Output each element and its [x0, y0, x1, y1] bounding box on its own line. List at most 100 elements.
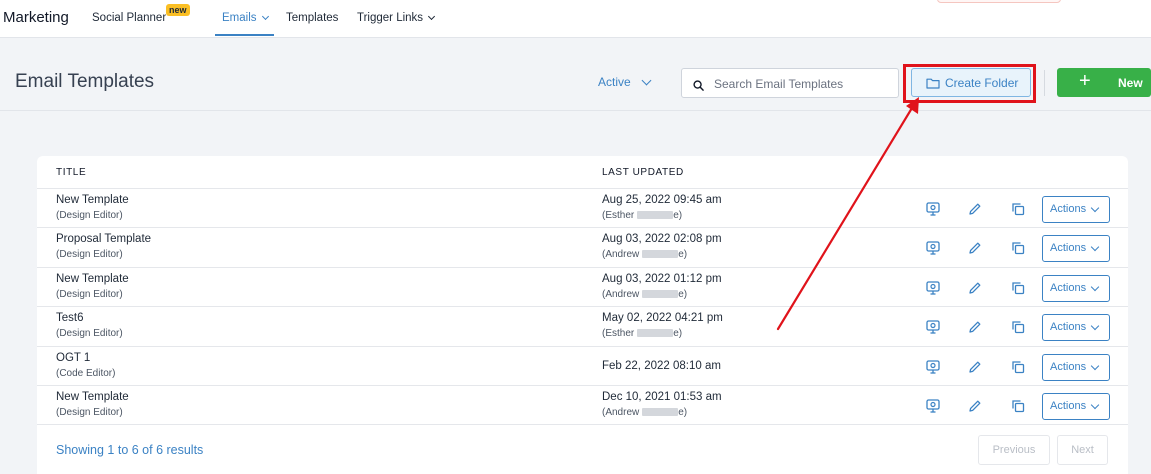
- last-updated-user: (Andrew e): [602, 249, 687, 260]
- template-title[interactable]: New Template: [56, 194, 129, 206]
- last-updated-user: (Andrew e): [602, 289, 687, 300]
- column-header-title: TITLE: [56, 167, 87, 178]
- user-name: (Esther: [602, 210, 635, 221]
- chevron-down-icon: [1090, 282, 1100, 292]
- template-title[interactable]: Test6: [56, 312, 84, 324]
- preview-icon[interactable]: [926, 320, 940, 339]
- table-footer-divider: [37, 424, 1128, 425]
- annotation-highlight-box: [903, 64, 1036, 103]
- actions-dropdown-button[interactable]: Actions: [1042, 314, 1110, 341]
- table-row[interactable]: Test6 (Design Editor) May 02, 2022 04:21…: [37, 306, 1128, 346]
- template-title[interactable]: New Template: [56, 273, 129, 285]
- redacted-name: [637, 329, 674, 338]
- copy-icon[interactable]: [1011, 320, 1025, 339]
- redacted-name: [642, 408, 679, 417]
- actions-label: Actions: [1050, 203, 1087, 215]
- last-updated-user: (Esther e): [602, 210, 682, 221]
- templates-table: TITLE LAST UPDATED New Template (Design …: [37, 156, 1128, 474]
- edit-pencil-icon[interactable]: [968, 320, 982, 339]
- copy-icon[interactable]: [1011, 202, 1025, 221]
- previous-page-button[interactable]: Previous: [978, 435, 1050, 465]
- nav-social-planner[interactable]: Social Planner: [92, 12, 166, 24]
- preview-icon[interactable]: [926, 241, 940, 260]
- template-editor-type: (Design Editor): [56, 249, 123, 260]
- last-updated-user: (Esther e): [602, 328, 682, 339]
- user-name-end: e): [678, 249, 688, 260]
- search-input[interactable]: [714, 75, 894, 92]
- actions-dropdown-button[interactable]: Actions: [1042, 354, 1110, 381]
- user-name: (Andrew: [602, 289, 640, 300]
- nav-emails[interactable]: Emails: [222, 12, 269, 24]
- header-divider: [0, 110, 1151, 111]
- new-template-button[interactable]: + New: [1057, 68, 1151, 97]
- template-title[interactable]: OGT 1: [56, 352, 90, 364]
- last-updated-user: (Andrew e): [602, 407, 687, 418]
- chevron-down-icon: [1090, 203, 1100, 213]
- edit-pencil-icon[interactable]: [968, 241, 982, 260]
- nav-templates[interactable]: Templates: [286, 12, 338, 24]
- active-tab-indicator: [215, 34, 274, 36]
- last-updated-date: Dec 10, 2021 01:53 am: [602, 391, 722, 403]
- template-editor-type: (Code Editor): [56, 368, 116, 379]
- last-updated-date: Aug 03, 2022 02:08 pm: [602, 233, 722, 245]
- chevron-down-icon: [1090, 242, 1100, 252]
- chevron-down-icon: [1090, 400, 1100, 410]
- search-box[interactable]: [681, 68, 899, 98]
- actions-dropdown-button[interactable]: Actions: [1042, 235, 1110, 262]
- last-updated-date: Aug 25, 2022 09:45 am: [602, 194, 722, 206]
- table-row[interactable]: OGT 1 (Code Editor) Feb 22, 2022 08:10 a…: [37, 346, 1128, 386]
- actions-dropdown-button[interactable]: Actions: [1042, 196, 1110, 223]
- actions-dropdown-button[interactable]: Actions: [1042, 393, 1110, 420]
- copy-icon[interactable]: [1011, 360, 1025, 379]
- status-filter-dropdown[interactable]: Active: [598, 75, 652, 89]
- template-editor-type: (Design Editor): [56, 289, 123, 300]
- table-row[interactable]: New Template (Design Editor) Aug 25, 202…: [37, 188, 1128, 228]
- table-row[interactable]: New Template (Design Editor) Aug 03, 202…: [37, 267, 1128, 307]
- brand-title: Marketing: [3, 9, 69, 26]
- nav-trigger-links[interactable]: Trigger Links: [357, 12, 436, 24]
- preview-icon[interactable]: [926, 360, 940, 379]
- edit-pencil-icon[interactable]: [968, 360, 982, 379]
- user-name-end: e): [673, 210, 683, 221]
- copy-icon[interactable]: [1011, 281, 1025, 300]
- search-icon: [693, 78, 704, 96]
- preview-icon[interactable]: [926, 281, 940, 300]
- user-name: (Andrew: [602, 407, 640, 418]
- new-button-label: New: [1118, 76, 1143, 90]
- next-page-button[interactable]: Next: [1057, 435, 1108, 465]
- actions-label: Actions: [1050, 400, 1087, 412]
- preview-icon[interactable]: [926, 202, 940, 221]
- last-updated-date: Feb 22, 2022 08:10 am: [602, 360, 721, 372]
- results-summary: Showing 1 to 6 of 6 results: [56, 443, 204, 457]
- actions-label: Actions: [1050, 242, 1087, 254]
- template-editor-type: (Design Editor): [56, 328, 123, 339]
- table-row[interactable]: New Template (Design Editor) Dec 10, 202…: [37, 385, 1128, 425]
- chevron-down-icon: [1090, 321, 1100, 331]
- top-right-pill[interactable]: [937, 0, 1061, 3]
- nav-emails-label: Emails: [222, 12, 257, 24]
- template-title[interactable]: New Template: [56, 391, 129, 403]
- actions-dropdown-button[interactable]: Actions: [1042, 275, 1110, 302]
- table-row[interactable]: Proposal Template (Design Editor) Aug 03…: [37, 227, 1128, 267]
- user-name-end: e): [678, 289, 688, 300]
- template-title[interactable]: Proposal Template: [56, 233, 151, 245]
- preview-icon[interactable]: [926, 399, 940, 418]
- copy-icon[interactable]: [1011, 399, 1025, 418]
- chevron-down-icon: [1090, 361, 1100, 371]
- edit-pencil-icon[interactable]: [968, 399, 982, 418]
- chevron-down-icon: [428, 12, 436, 21]
- template-editor-type: (Design Editor): [56, 210, 123, 221]
- actions-label: Actions: [1050, 282, 1087, 294]
- edit-pencil-icon[interactable]: [968, 202, 982, 221]
- last-updated-date: Aug 03, 2022 01:12 pm: [602, 273, 722, 285]
- user-name-end: e): [678, 407, 688, 418]
- copy-icon[interactable]: [1011, 241, 1025, 260]
- top-nav: Marketing Social Planner new Emails Temp…: [0, 0, 1151, 38]
- chevron-down-icon: [261, 12, 269, 21]
- status-filter-label: Active: [598, 75, 631, 89]
- nav-trigger-links-label: Trigger Links: [357, 12, 424, 24]
- template-editor-type: (Design Editor): [56, 407, 123, 418]
- actions-label: Actions: [1050, 321, 1087, 333]
- edit-pencil-icon[interactable]: [968, 281, 982, 300]
- actions-label: Actions: [1050, 361, 1087, 373]
